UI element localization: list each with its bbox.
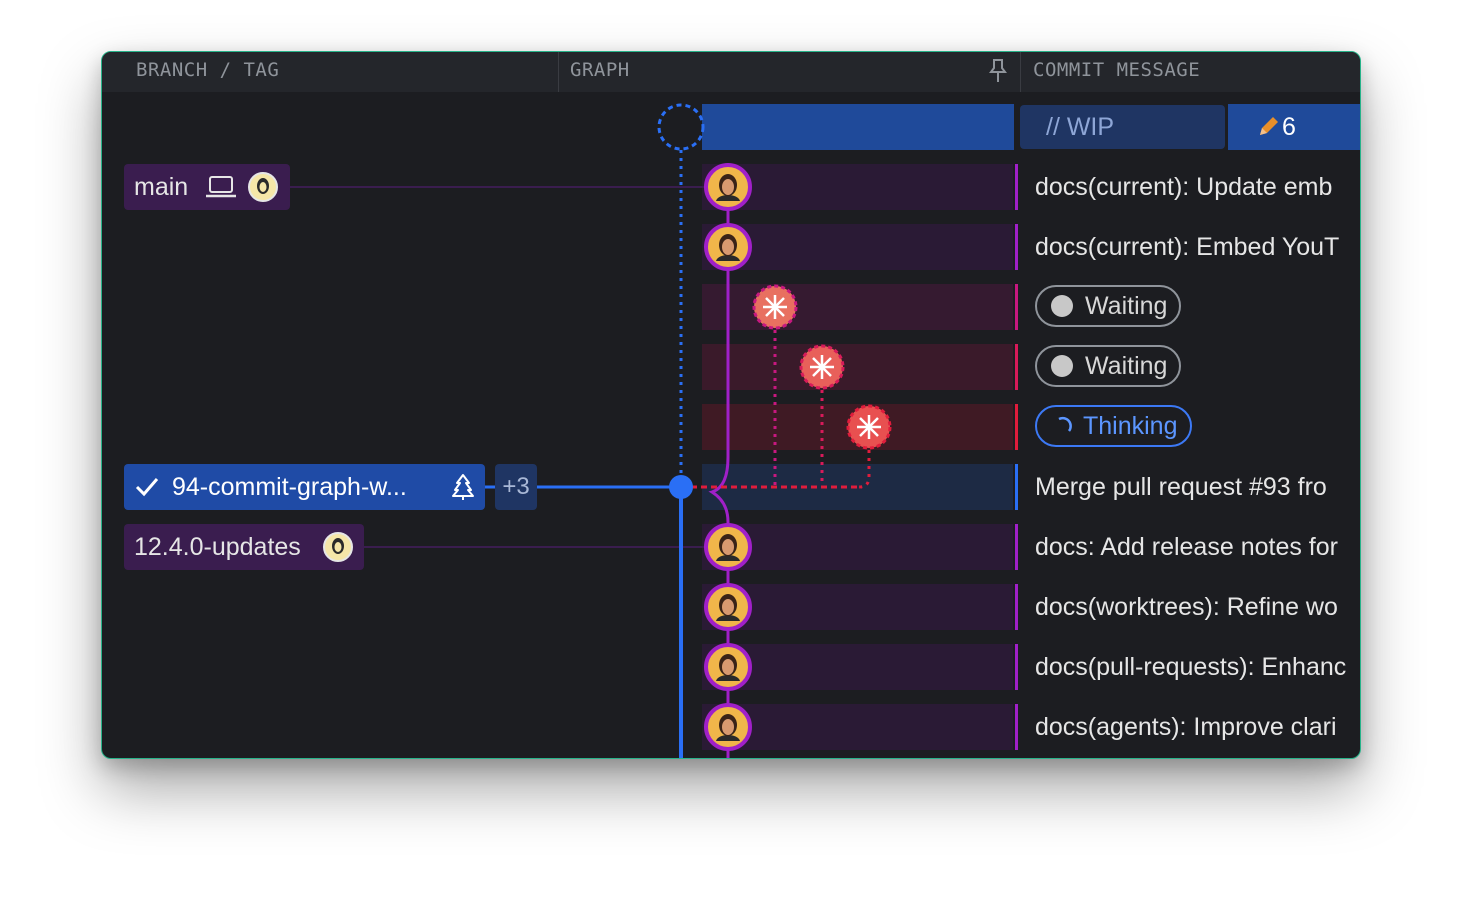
agent-status-label: Waiting — [1085, 352, 1168, 380]
commit-message[interactable]: docs(pull-requests): Enhanc — [1035, 644, 1346, 690]
spark-icon[interactable] — [751, 283, 799, 331]
spark-icon[interactable] — [845, 403, 893, 451]
laptop-icon — [206, 176, 236, 198]
avatar-icon — [248, 172, 278, 202]
commit-message[interactable]: docs: Add release notes for — [1035, 524, 1338, 570]
branch-name: main — [134, 173, 189, 201]
wip-node — [657, 103, 705, 151]
merge-node — [669, 475, 693, 499]
avatar-icon[interactable] — [704, 223, 752, 271]
branch-name: 12.4.0-updates — [134, 533, 301, 561]
status-dot-icon — [1051, 355, 1073, 377]
agent-status-pill[interactable]: Thinking — [1035, 405, 1192, 447]
branch-tag-current[interactable]: 94-commit-graph-w... — [124, 464, 485, 510]
avatar-icon[interactable] — [704, 703, 752, 751]
spark-icon[interactable] — [798, 343, 846, 391]
agent-status-pill[interactable]: Waiting — [1035, 345, 1182, 387]
commit-message[interactable]: docs(agents): Improve clari — [1035, 704, 1337, 750]
avatar-icon[interactable] — [704, 583, 752, 631]
commit-message[interactable]: docs(worktrees): Refine wo — [1035, 584, 1338, 630]
agent-status-label: Waiting — [1085, 292, 1168, 320]
branch-name: 94-commit-graph-w... — [172, 473, 407, 501]
agent-lane — [858, 450, 871, 489]
avatar-icon[interactable] — [704, 523, 752, 571]
commit-graph-window: BRANCH / TAG GRAPH COMMIT MESSAGE // WIP… — [101, 51, 1361, 759]
commit-message[interactable]: docs(current): Update emb — [1035, 164, 1332, 210]
tree-icon — [452, 474, 474, 500]
agent-status-pill[interactable]: Waiting — [1035, 285, 1182, 327]
status-dot-icon — [1051, 295, 1073, 317]
avatar-icon[interactable] — [704, 643, 752, 691]
avatar-icon — [323, 532, 353, 562]
agent-status-label: Thinking — [1083, 412, 1178, 440]
check-icon — [135, 478, 159, 497]
avatar-icon[interactable] — [704, 163, 752, 211]
more-branches-badge[interactable]: +3 — [495, 464, 537, 510]
commit-message[interactable]: docs(current): Embed YouT — [1035, 224, 1339, 270]
commit-message[interactable]: Merge pull request #93 fro — [1035, 464, 1327, 510]
spinner-icon — [1058, 416, 1072, 432]
